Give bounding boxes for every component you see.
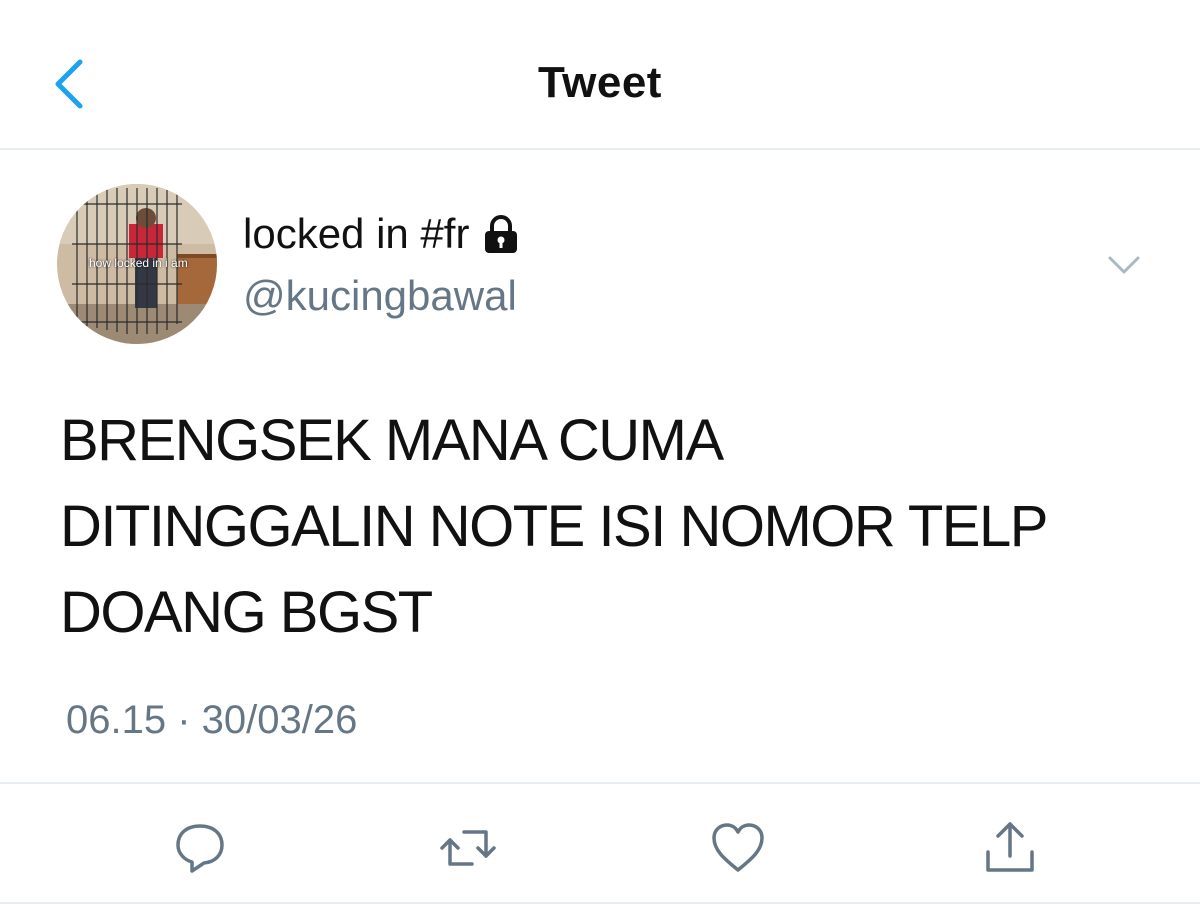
display-name-text: locked in #fr — [243, 210, 470, 257]
heart-icon — [712, 823, 764, 872]
user-handle[interactable]: @kucingbawal — [243, 272, 517, 320]
lock-icon — [485, 215, 518, 253]
avatar[interactable]: how locked in i am — [57, 184, 217, 344]
retweet-button[interactable] — [438, 818, 498, 878]
chevron-down-icon — [1108, 256, 1140, 274]
tweet-text-line: DITINGGALIN NOTE ISI NOMOR TELP — [60, 494, 1048, 559]
action-bar — [0, 818, 1200, 878]
reply-button[interactable] — [170, 818, 230, 878]
tweet-text-line: BRENGSEK MANA CUMA — [60, 408, 724, 473]
page-title: Tweet — [538, 58, 662, 107]
display-name[interactable]: locked in #fr — [243, 210, 523, 258]
tweet-timestamp: 06.15 · 30/03/26 — [66, 698, 358, 742]
tweet-text: BRENGSEK MANA CUMA DITINGGALIN NOTE ISI … — [60, 398, 1160, 656]
tweet-text-line: DOANG BGST — [60, 580, 433, 645]
share-button[interactable] — [980, 818, 1040, 878]
avatar-caption: how locked in i am — [89, 256, 188, 270]
divider — [0, 782, 1200, 784]
top-bar: Tweet — [0, 0, 1200, 150]
more-options-button[interactable] — [1104, 250, 1144, 280]
retweet-icon — [440, 830, 496, 866]
share-icon — [986, 822, 1034, 872]
like-button[interactable] — [708, 818, 768, 878]
reply-icon — [176, 824, 224, 873]
